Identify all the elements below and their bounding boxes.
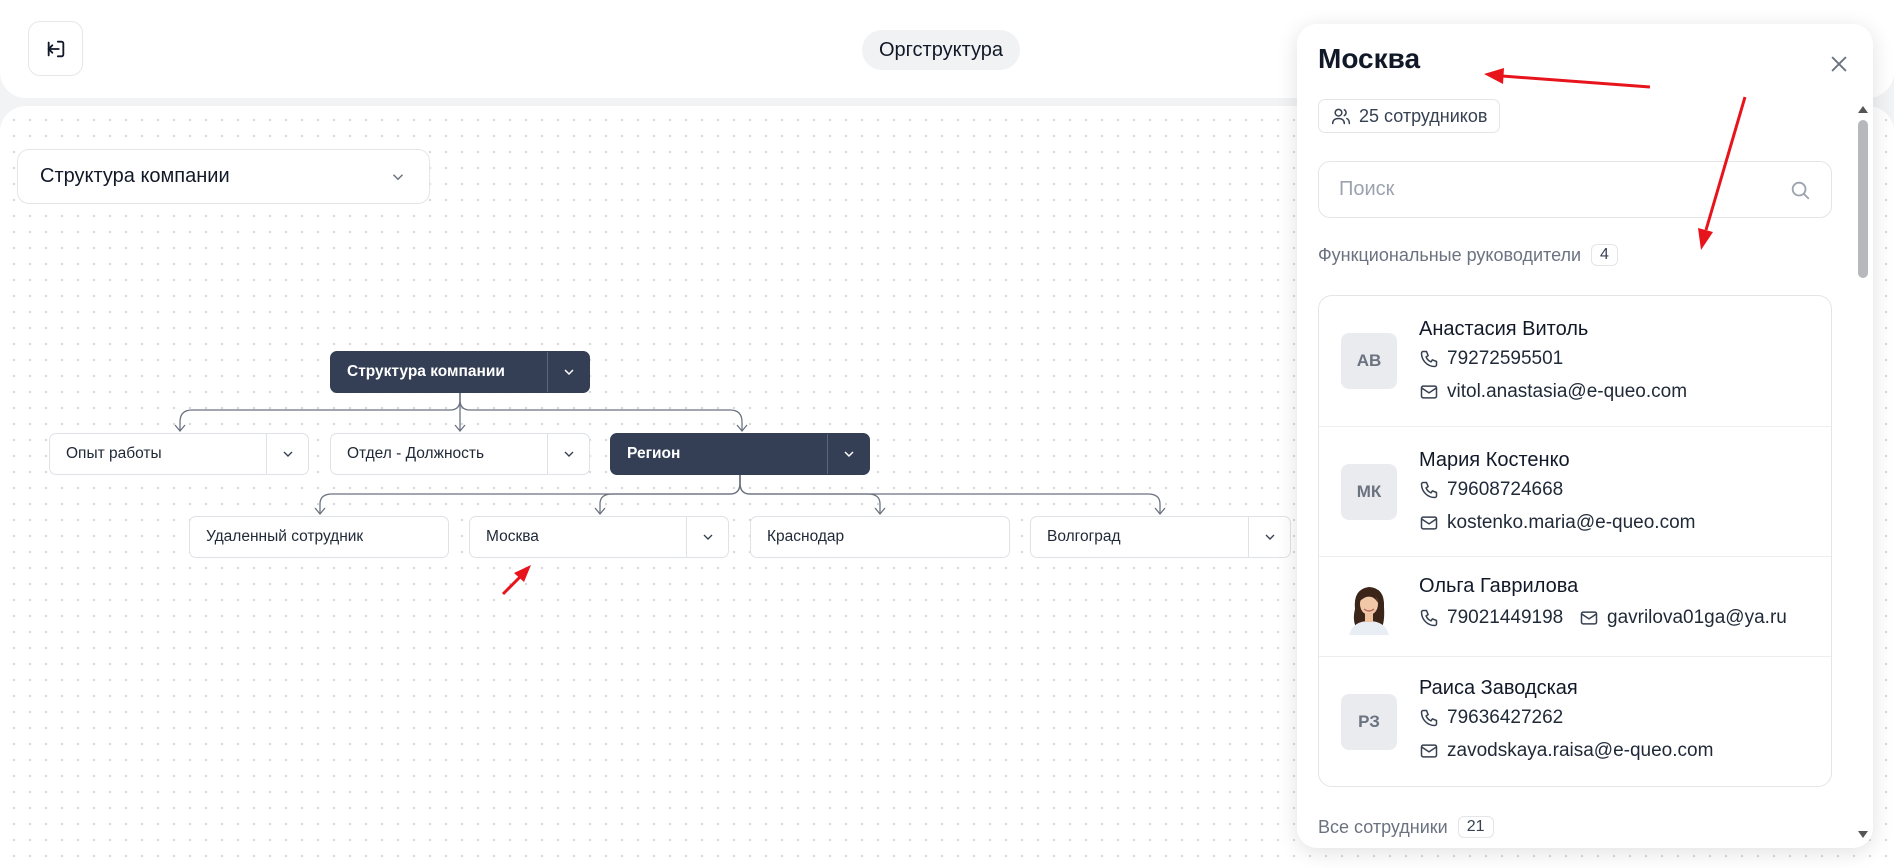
chevron-down-icon <box>564 451 573 457</box>
node-remote[interactable]: Удаленный сотрудник <box>189 516 449 558</box>
mail-icon <box>1420 744 1438 758</box>
node-experience-toggle[interactable] <box>266 434 308 474</box>
all-employees-section-header: Все сотрудники 21 <box>1318 816 1494 838</box>
avatar: РЗ <box>1341 694 1397 750</box>
manager-name: Мария Костенко <box>1419 449 1570 471</box>
structure-select-value: Структура компании <box>40 165 230 187</box>
users-icon <box>1331 108 1351 125</box>
mail-icon <box>1420 516 1438 530</box>
managers-list: АВ Анастасия Витоль 79272595501 vitol.an… <box>1318 295 1832 787</box>
manager-email[interactable]: vitol.anastasia@e-queo.com <box>1419 381 1687 403</box>
avatar <box>1341 579 1397 635</box>
node-moscow[interactable]: Москва <box>469 516 729 558</box>
scroll-thumb[interactable] <box>1858 120 1868 278</box>
chevron-down-icon <box>703 534 712 540</box>
manager-phone[interactable]: 79636427262 <box>1419 707 1563 729</box>
avatar: АВ <box>1341 333 1397 389</box>
node-krasnodar-label: Краснодар <box>767 528 845 545</box>
panel-title: Москва <box>1318 43 1421 74</box>
close-icon <box>1831 56 1847 72</box>
list-item[interactable]: Ольга Гаврилова 79021449198 gavrilova01g… <box>1319 556 1831 656</box>
managers-section-label: Функциональные руководители <box>1318 244 1582 265</box>
scroll-down-arrow[interactable] <box>1858 831 1868 838</box>
user-photo <box>1341 579 1397 635</box>
scroll-up-arrow[interactable] <box>1858 106 1868 113</box>
search-input[interactable] <box>1339 178 1789 201</box>
node-department[interactable]: Отдел - Должность <box>330 433 590 475</box>
list-item[interactable]: АВ Анастасия Витоль 79272595501 vitol.an… <box>1319 296 1831 426</box>
node-department-label: Отдел - Должность <box>347 445 485 462</box>
structure-select[interactable]: Структура компании <box>17 149 430 204</box>
close-button[interactable] <box>1823 48 1855 80</box>
phone-icon <box>1420 709 1438 727</box>
phone-icon <box>1420 350 1438 368</box>
employees-count-chip: 25 сотрудников <box>1318 99 1501 133</box>
details-panel: Москва 25 сотрудников Функциональные рук… <box>1297 24 1873 848</box>
chevron-down-icon <box>843 451 854 458</box>
node-moscow-label: Москва <box>486 528 539 545</box>
manager-email-text: vitol.anastasia@e-queo.com <box>1447 381 1688 402</box>
node-remote-label: Удаленный сотрудник <box>206 528 364 545</box>
panel-scrollbar[interactable] <box>1856 106 1870 838</box>
chevron-down-icon <box>563 369 574 376</box>
mail-icon <box>1580 611 1598 625</box>
manager-email-text: zavodskaya.raisa@e-queo.com <box>1447 740 1714 761</box>
all-employees-section-label: Все сотрудники <box>1318 816 1448 837</box>
node-department-toggle[interactable] <box>547 434 589 474</box>
mail-icon <box>1420 385 1438 399</box>
manager-phone[interactable]: 79608724668 <box>1419 479 1563 501</box>
managers-count-badge: 4 <box>1591 244 1618 266</box>
node-moscow-toggle[interactable] <box>686 517 728 557</box>
node-krasnodar[interactable]: Краснодар <box>750 516 1010 558</box>
manager-email-text: gavrilova01ga@ya.ru <box>1607 607 1787 628</box>
manager-name: Анастасия Витоль <box>1419 318 1589 340</box>
search-field[interactable] <box>1318 161 1832 218</box>
search-icon[interactable] <box>1789 179 1811 201</box>
node-volgograd-label: Волгоград <box>1047 528 1121 545</box>
node-root-label: Структура компании <box>347 363 505 380</box>
node-root[interactable]: Структура компании <box>330 351 590 393</box>
list-item[interactable]: МК Мария Костенко 79608724668 kostenko.m… <box>1319 426 1831 556</box>
employees-count-text: 25 сотрудников <box>1359 105 1488 126</box>
node-volgograd-toggle[interactable] <box>1248 517 1290 557</box>
node-region[interactable]: Регион <box>610 433 870 475</box>
node-volgograd[interactable]: Волгоград <box>1030 516 1291 558</box>
manager-phone-text: 79021449198 <box>1447 607 1564 628</box>
manager-phone[interactable]: 79021449198 <box>1419 607 1563 629</box>
node-region-toggle[interactable] <box>827 434 869 474</box>
manager-name: Раиса Заводская <box>1419 677 1578 699</box>
manager-email[interactable]: zavodskaya.raisa@e-queo.com <box>1419 740 1713 762</box>
node-root-toggle[interactable] <box>547 352 589 392</box>
phone-icon <box>1420 481 1438 499</box>
page-title: Оргструктура <box>862 30 1020 70</box>
manager-phone-text: 79636427262 <box>1447 707 1564 728</box>
managers-section-header: Функциональные руководители 4 <box>1318 244 1618 266</box>
chevron-down-icon <box>283 451 292 457</box>
node-experience[interactable]: Опыт работы <box>49 433 309 475</box>
back-button[interactable] <box>28 21 83 76</box>
list-item[interactable]: РЗ Раиса Заводская 79636427262 zavodskay… <box>1319 656 1831 786</box>
manager-name: Ольга Гаврилова <box>1419 575 1579 597</box>
all-employees-count-badge: 21 <box>1457 816 1494 838</box>
manager-phone-text: 79272595501 <box>1447 348 1564 369</box>
manager-phone[interactable]: 79272595501 <box>1419 348 1563 370</box>
chevron-down-icon <box>1265 534 1274 540</box>
manager-phone-text: 79608724668 <box>1447 479 1564 500</box>
node-experience-label: Опыт работы <box>66 445 162 462</box>
exit-left-icon <box>47 40 64 57</box>
manager-email[interactable]: gavrilova01ga@ya.ru <box>1579 607 1787 629</box>
phone-icon <box>1420 609 1438 627</box>
avatar: МК <box>1341 464 1397 520</box>
chevron-down-icon <box>392 173 404 180</box>
manager-email-text: kostenko.maria@e-queo.com <box>1447 512 1696 533</box>
manager-email[interactable]: kostenko.maria@e-queo.com <box>1419 512 1695 534</box>
node-region-label: Регион <box>627 445 681 462</box>
